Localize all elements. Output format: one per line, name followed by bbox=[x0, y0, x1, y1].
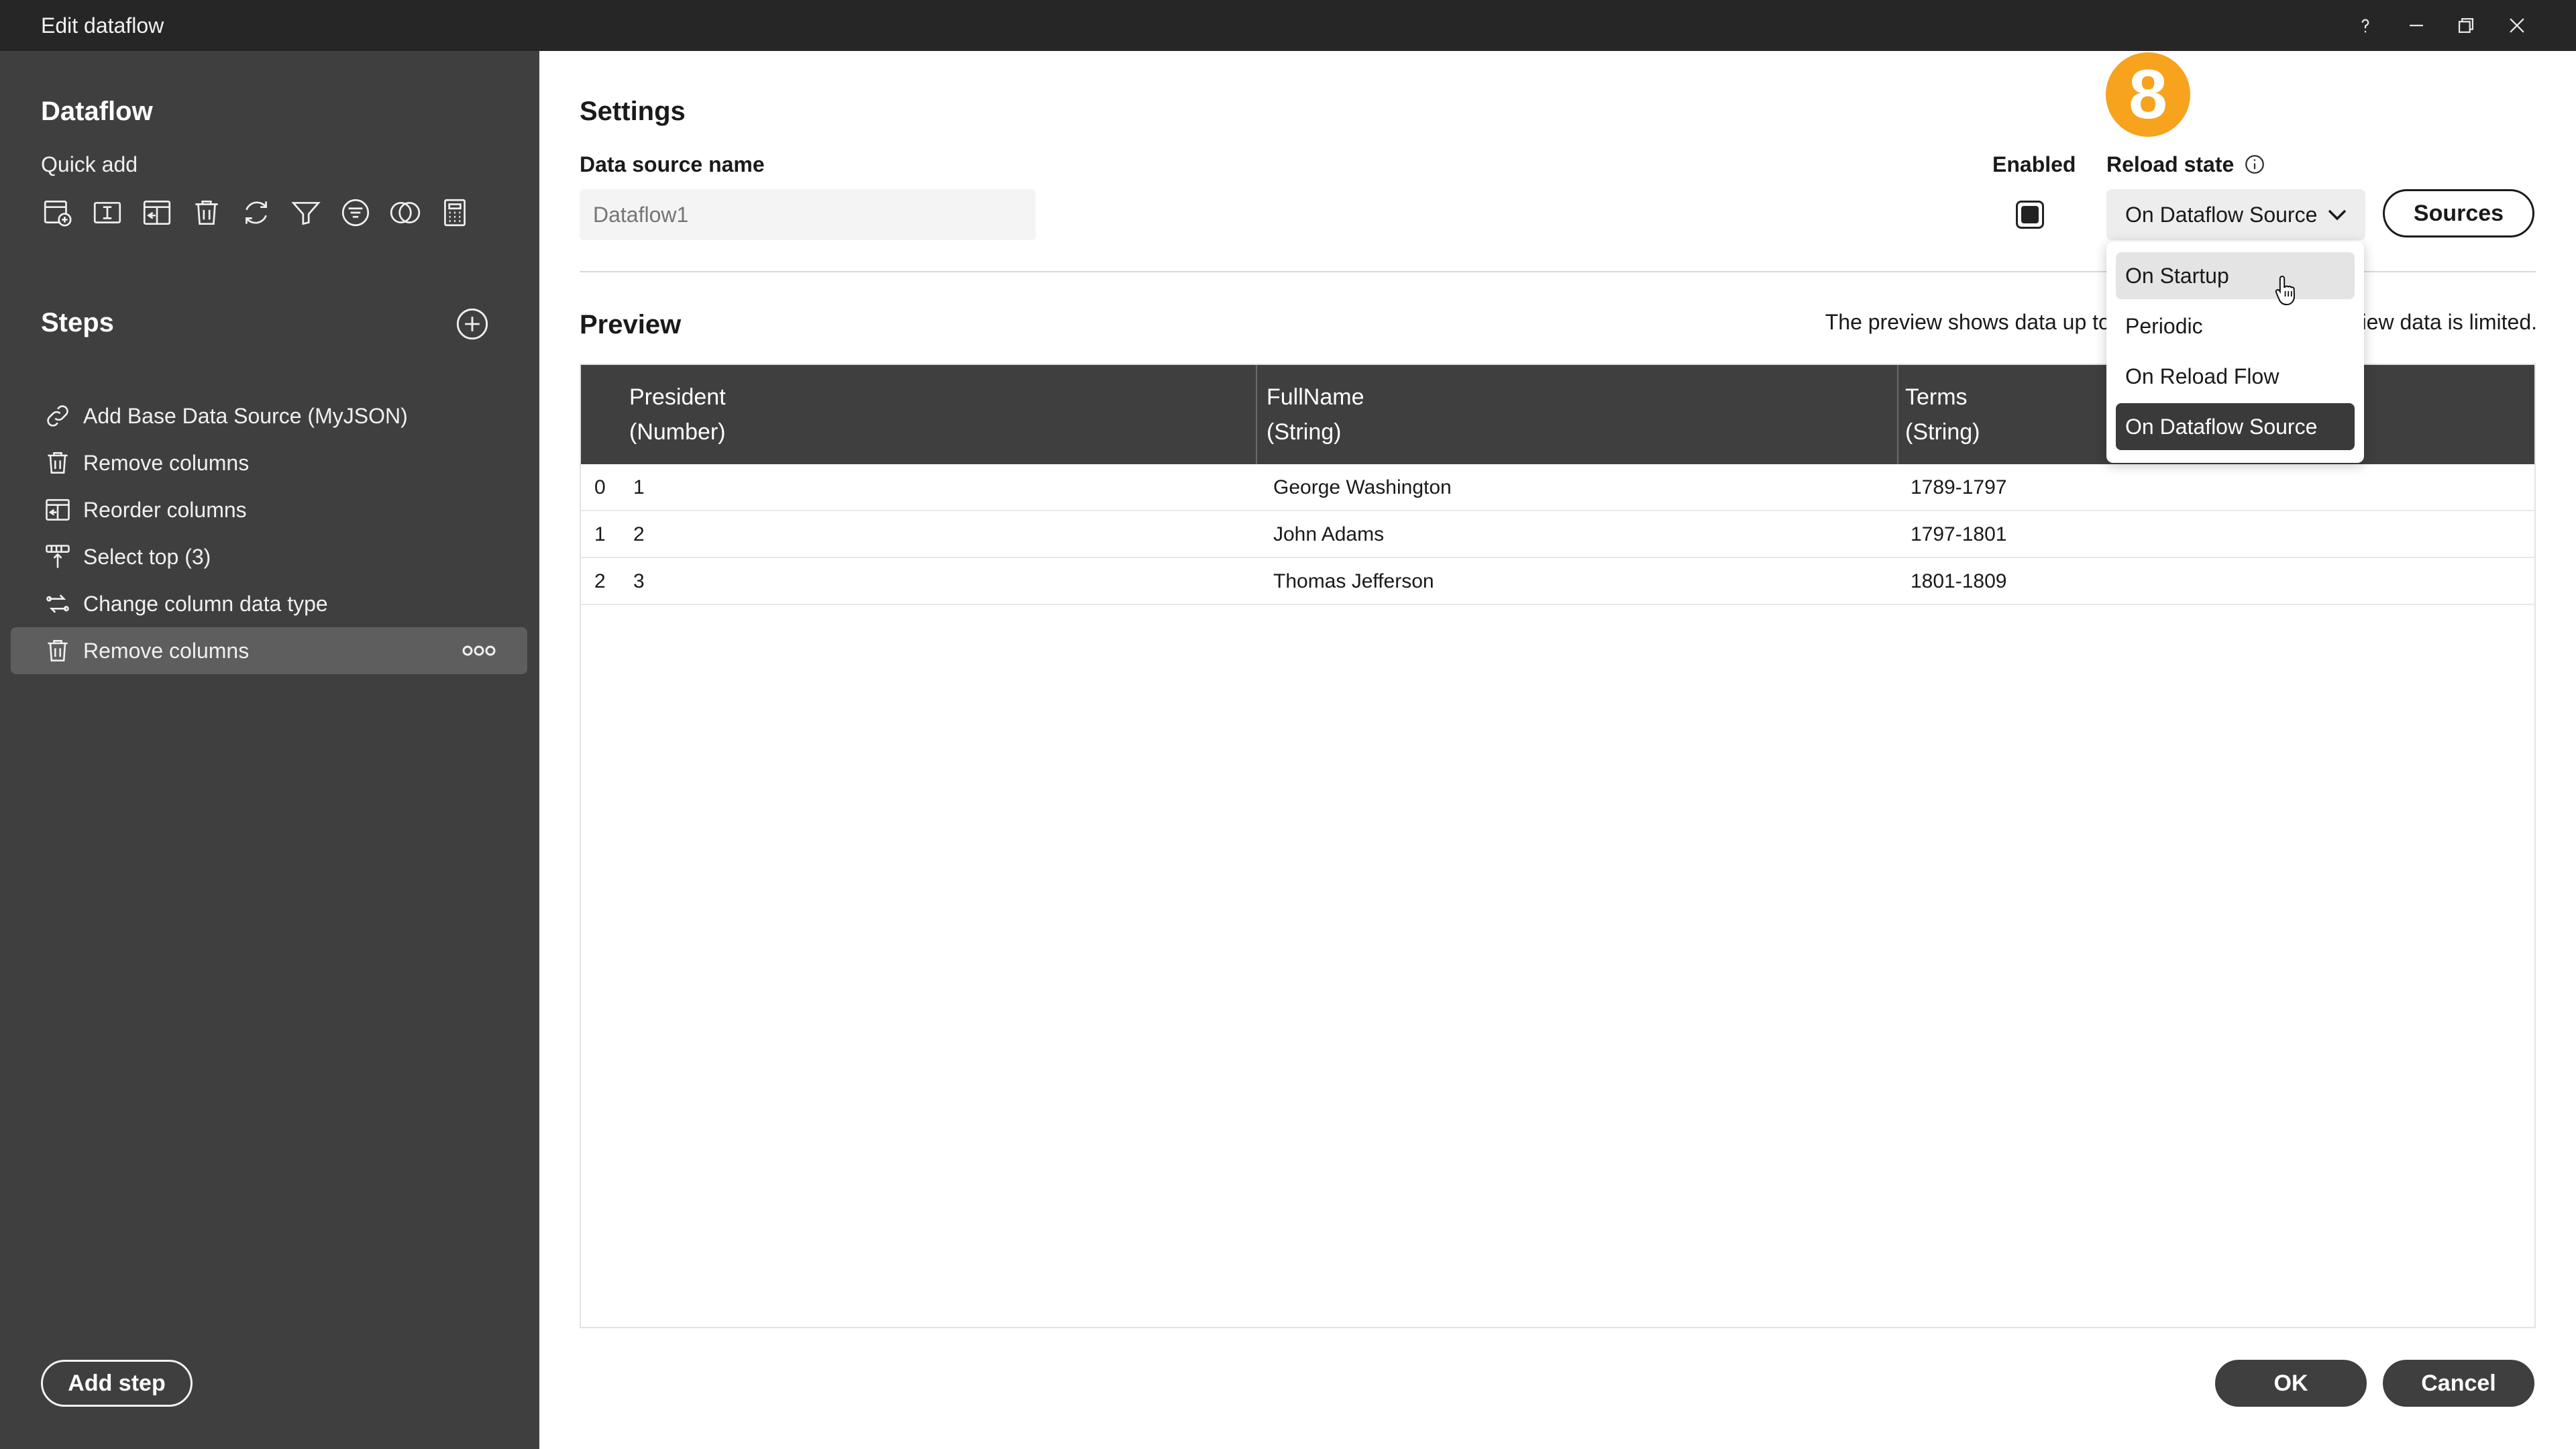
link-icon bbox=[43, 401, 72, 431]
cell-president: 2 bbox=[633, 523, 645, 545]
cell-fullname: John Adams bbox=[1273, 523, 1385, 545]
option-on-startup[interactable]: On Startup bbox=[2116, 252, 2355, 299]
cell-president: 3 bbox=[633, 570, 645, 592]
step-item[interactable]: Select top (3) bbox=[11, 533, 527, 580]
row-index: 2 bbox=[594, 570, 606, 592]
filter-icon[interactable] bbox=[289, 194, 339, 231]
reload-state-select[interactable]: On Dataflow Source bbox=[2106, 189, 2365, 240]
cell-terms: 1789-1797 bbox=[1911, 476, 2007, 498]
sources-button[interactable]: Sources bbox=[2383, 189, 2534, 237]
window-title: Edit dataflow bbox=[41, 13, 164, 38]
option-on-reload-flow[interactable]: On Reload Flow bbox=[2116, 353, 2355, 400]
option-on-dataflow-source[interactable]: On Dataflow Source bbox=[2116, 403, 2355, 450]
select-top-icon bbox=[43, 542, 72, 572]
step-label: Select top (3) bbox=[83, 544, 211, 569]
cell-president: 1 bbox=[633, 476, 645, 498]
add-step-button[interactable]: Add step bbox=[41, 1360, 193, 1407]
sidebar-title: Dataflow bbox=[41, 97, 153, 126]
convert-icon bbox=[43, 589, 72, 619]
join-icon[interactable] bbox=[388, 194, 438, 231]
cancel-button[interactable]: Cancel bbox=[2383, 1360, 2534, 1407]
column-header[interactable]: President (Number) bbox=[629, 365, 726, 464]
ok-button[interactable]: OK bbox=[2215, 1360, 2367, 1407]
minimize-icon[interactable] bbox=[2400, 9, 2432, 42]
preview-title: Preview bbox=[580, 310, 682, 339]
quick-add-toolbar bbox=[41, 194, 488, 231]
step-label: Reorder columns bbox=[83, 497, 247, 522]
quick-add-label: Quick add bbox=[41, 152, 138, 176]
step-badge: 8 bbox=[2106, 52, 2190, 137]
enabled-label: Enabled bbox=[1992, 152, 2076, 176]
reload-state-dropdown: On Startup Periodic On Reload Flow On Da… bbox=[2106, 241, 2364, 463]
add-data-source-icon[interactable] bbox=[41, 194, 91, 231]
table-row: 0 1 George Washington 1789-1797 bbox=[581, 464, 2534, 511]
calculator-icon[interactable] bbox=[438, 194, 488, 231]
step-item[interactable]: Reorder columns bbox=[11, 486, 527, 533]
settings-title: Settings bbox=[580, 97, 686, 126]
trash-icon bbox=[43, 448, 72, 478]
text-field-icon[interactable] bbox=[91, 194, 140, 231]
enabled-checkbox[interactable] bbox=[2016, 201, 2044, 229]
data-source-label: Data source name bbox=[580, 152, 765, 176]
reorder-columns-icon bbox=[43, 495, 72, 525]
table-row: 1 2 John Adams 1797-1801 bbox=[581, 511, 2534, 558]
row-index: 1 bbox=[594, 523, 606, 545]
list-filter-icon[interactable] bbox=[339, 194, 388, 231]
steps-list: Add Base Data Source (MyJSON) Remove col… bbox=[11, 392, 527, 674]
trash-icon[interactable] bbox=[190, 194, 239, 231]
cell-fullname: George Washington bbox=[1273, 476, 1452, 498]
column-header[interactable]: Terms (String) bbox=[1905, 365, 1980, 464]
column-header[interactable]: FullName (String) bbox=[1267, 365, 1364, 464]
trash-icon bbox=[43, 636, 72, 665]
hand-cursor-icon bbox=[2275, 275, 2296, 306]
restore-icon[interactable] bbox=[2450, 9, 2482, 42]
step-item[interactable]: Remove columns bbox=[11, 439, 527, 486]
steps-title: Steps bbox=[41, 308, 114, 337]
preview-table: President (Number) FullName (String) Ter… bbox=[580, 364, 2536, 1328]
reorder-columns-icon[interactable] bbox=[140, 194, 190, 231]
step-label: Add Base Data Source (MyJSON) bbox=[83, 403, 408, 428]
title-bar: Edit dataflow bbox=[0, 0, 2576, 51]
help-icon[interactable] bbox=[2349, 9, 2381, 42]
option-periodic[interactable]: Periodic bbox=[2116, 303, 2355, 350]
add-step-icon[interactable] bbox=[455, 307, 490, 341]
step-label: Change column data type bbox=[83, 591, 328, 616]
column-resizer[interactable] bbox=[1256, 365, 1257, 464]
cell-terms: 1797-1801 bbox=[1911, 523, 2007, 545]
step-item[interactable]: Add Base Data Source (MyJSON) bbox=[11, 392, 527, 439]
step-label: Remove columns bbox=[83, 450, 250, 475]
sidebar: Dataflow Quick add Steps Add Base Data S… bbox=[0, 51, 539, 1449]
reload-state-value: On Dataflow Source bbox=[2125, 202, 2318, 227]
info-icon[interactable] bbox=[2243, 153, 2266, 176]
cell-fullname: Thomas Jefferson bbox=[1273, 570, 1434, 592]
more-options-icon[interactable] bbox=[462, 641, 496, 661]
table-row: 2 3 Thomas Jefferson 1801-1809 bbox=[581, 558, 2534, 605]
step-item-selected[interactable]: Remove columns bbox=[11, 627, 527, 674]
column-resizer[interactable] bbox=[1897, 365, 1898, 464]
step-label: Remove columns bbox=[83, 638, 250, 663]
refresh-icon[interactable] bbox=[239, 194, 289, 231]
close-icon[interactable] bbox=[2501, 9, 2533, 42]
row-index: 0 bbox=[594, 476, 606, 498]
step-item[interactable]: Change column data type bbox=[11, 580, 527, 627]
cell-terms: 1801-1809 bbox=[1911, 570, 2007, 592]
reload-state-label: Reload state bbox=[2106, 152, 2235, 176]
data-source-name-input[interactable] bbox=[580, 189, 1036, 240]
chevron-down-icon bbox=[2328, 209, 2347, 221]
